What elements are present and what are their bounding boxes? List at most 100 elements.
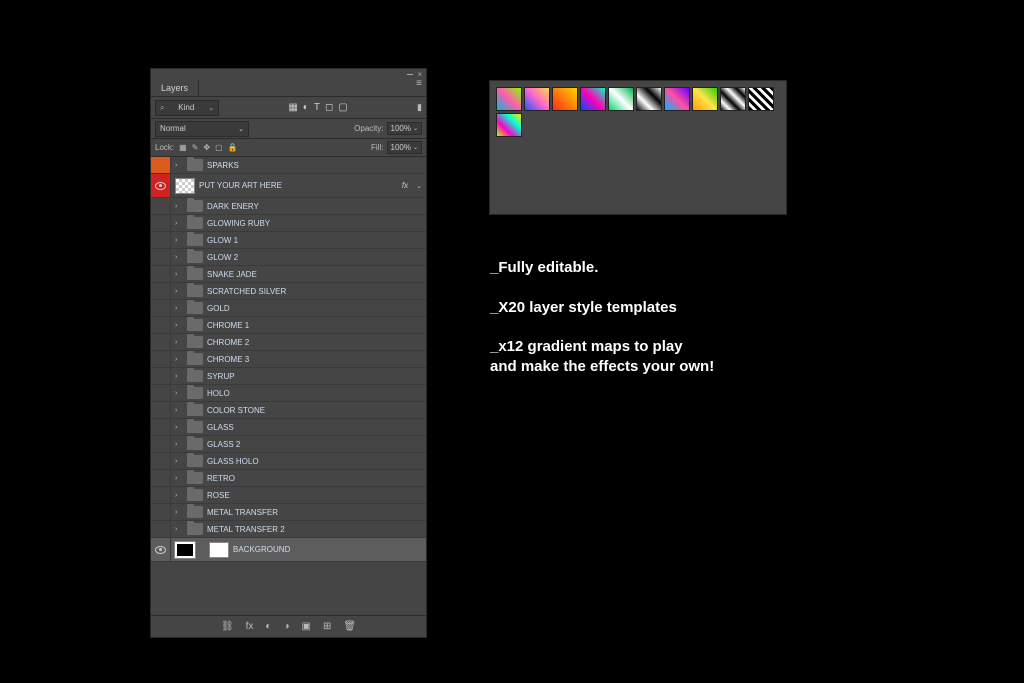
visibility-toggle[interactable] [151,232,171,248]
link-layers-icon[interactable]: ⛓ [221,621,234,632]
gradient-swatch[interactable] [580,87,606,111]
gradient-swatch[interactable] [552,87,578,111]
visibility-toggle[interactable] [151,538,171,561]
visibility-toggle[interactable] [151,174,171,197]
gradient-swatch[interactable] [496,87,522,111]
trash-icon[interactable]: 🗑 [343,621,356,632]
visibility-toggle[interactable] [151,317,171,333]
layer-row[interactable]: ›RETRO [151,470,426,487]
layers-list[interactable]: ›SPARKSPUT YOUR ART HEREfx⌄›DARK ENERY›G… [151,157,426,615]
layer-row[interactable]: ›CHROME 3 [151,351,426,368]
layer-row[interactable]: PUT YOUR ART HEREfx⌄ [151,174,426,198]
gradient-swatch[interactable] [608,87,634,111]
adjustment-icon[interactable]: ◑ [283,621,289,632]
expand-icon[interactable]: › [175,254,183,261]
gradient-swatch[interactable] [692,87,718,111]
layer-row[interactable]: ›CHROME 1 [151,317,426,334]
mask-thumbnail[interactable] [209,542,229,558]
expand-icon[interactable]: › [175,407,183,414]
visibility-toggle[interactable] [151,521,171,537]
layer-row[interactable]: BACKGROUND [151,538,426,562]
chevron-down-icon[interactable]: ⌄ [416,182,426,190]
fill-input[interactable]: 100% ⌄ [387,141,423,154]
lock-all-icon[interactable]: 🔒 [228,143,238,152]
layer-row[interactable]: ›GLASS 2 [151,436,426,453]
layer-row[interactable]: ›METAL TRANSFER [151,504,426,521]
expand-icon[interactable]: › [175,373,183,380]
visibility-toggle[interactable] [151,419,171,435]
expand-icon[interactable]: › [175,271,183,278]
fx-icon[interactable]: fx [246,621,254,632]
filter-type-icon[interactable]: T [314,102,320,113]
panel-menu-icon[interactable]: ≡ [416,81,422,87]
tab-layers[interactable]: Layers [151,80,199,96]
gradient-swatch[interactable] [720,87,746,111]
layer-row[interactable]: ›COLOR STONE [151,402,426,419]
layer-row[interactable]: ›GLASS HOLO [151,453,426,470]
visibility-toggle[interactable] [151,453,171,469]
visibility-toggle[interactable] [151,300,171,316]
visibility-toggle[interactable] [151,215,171,231]
expand-icon[interactable]: › [175,203,183,210]
expand-icon[interactable]: › [175,441,183,448]
collapse-icon[interactable] [407,74,413,75]
visibility-toggle[interactable] [151,402,171,418]
expand-icon[interactable]: › [175,475,183,482]
filter-toggle[interactable]: ▮ [417,102,422,113]
visibility-toggle[interactable] [151,368,171,384]
visibility-toggle[interactable] [151,283,171,299]
visibility-toggle[interactable] [151,504,171,520]
layer-row[interactable]: ›DARK ENERY [151,198,426,215]
expand-icon[interactable]: › [175,322,183,329]
visibility-toggle[interactable] [151,249,171,265]
layer-thumbnail[interactable] [175,178,195,194]
filter-kind-select[interactable]: ⌕ Kind ⌄ [155,100,219,116]
expand-icon[interactable]: › [175,509,183,516]
layer-row[interactable]: ›SCRATCHED SILVER [151,283,426,300]
gradient-swatch[interactable] [524,87,550,111]
fx-indicator[interactable]: fx [402,181,412,190]
group-icon[interactable]: ▣ [302,621,311,632]
layer-row[interactable]: ›SPARKS [151,157,426,174]
visibility-toggle[interactable] [151,266,171,282]
layer-row[interactable]: ›GLOW 2 [151,249,426,266]
gradient-swatch[interactable] [636,87,662,111]
gradient-swatch[interactable] [664,87,690,111]
expand-icon[interactable]: › [175,237,183,244]
expand-icon[interactable]: › [175,305,183,312]
opacity-input[interactable]: 100% ⌄ [387,122,423,135]
filter-shape-icon[interactable]: ◻ [325,102,333,113]
layer-row[interactable]: ›GLOW 1 [151,232,426,249]
layer-row[interactable]: ›SNAKE JADE [151,266,426,283]
layer-row[interactable]: ›METAL TRANSFER 2 [151,521,426,538]
expand-icon[interactable]: › [175,162,183,169]
layer-row[interactable]: ›ROSE [151,487,426,504]
expand-icon[interactable]: › [175,220,183,227]
visibility-toggle[interactable] [151,198,171,214]
layer-row[interactable]: ›SYRUP [151,368,426,385]
expand-icon[interactable]: › [175,424,183,431]
visibility-toggle[interactable] [151,385,171,401]
lock-artboard-icon[interactable]: ▢ [215,143,223,152]
layer-row[interactable]: ›GLASS [151,419,426,436]
lock-paint-icon[interactable]: ✎ [192,143,199,152]
expand-icon[interactable]: › [175,356,183,363]
new-layer-icon[interactable]: ⊞ [323,621,331,632]
mask-icon[interactable]: ◐ [265,621,271,632]
visibility-toggle[interactable] [151,470,171,486]
filter-smart-icon[interactable]: ▢ [338,102,347,113]
visibility-toggle[interactable] [151,436,171,452]
lock-transparency-icon[interactable]: ▦ [179,143,187,152]
gradient-swatch[interactable] [496,113,522,137]
expand-icon[interactable]: › [175,390,183,397]
visibility-toggle[interactable] [151,487,171,503]
visibility-toggle[interactable] [151,351,171,367]
gradient-swatch[interactable] [748,87,774,111]
layer-thumbnail[interactable] [175,542,195,558]
expand-icon[interactable]: › [175,526,183,533]
expand-icon[interactable]: › [175,288,183,295]
blend-mode-select[interactable]: Normal ⌄ [155,121,249,137]
layer-row[interactable]: ›GLOWING RUBY [151,215,426,232]
expand-icon[interactable]: › [175,458,183,465]
lock-position-icon[interactable]: ✥ [203,143,210,152]
